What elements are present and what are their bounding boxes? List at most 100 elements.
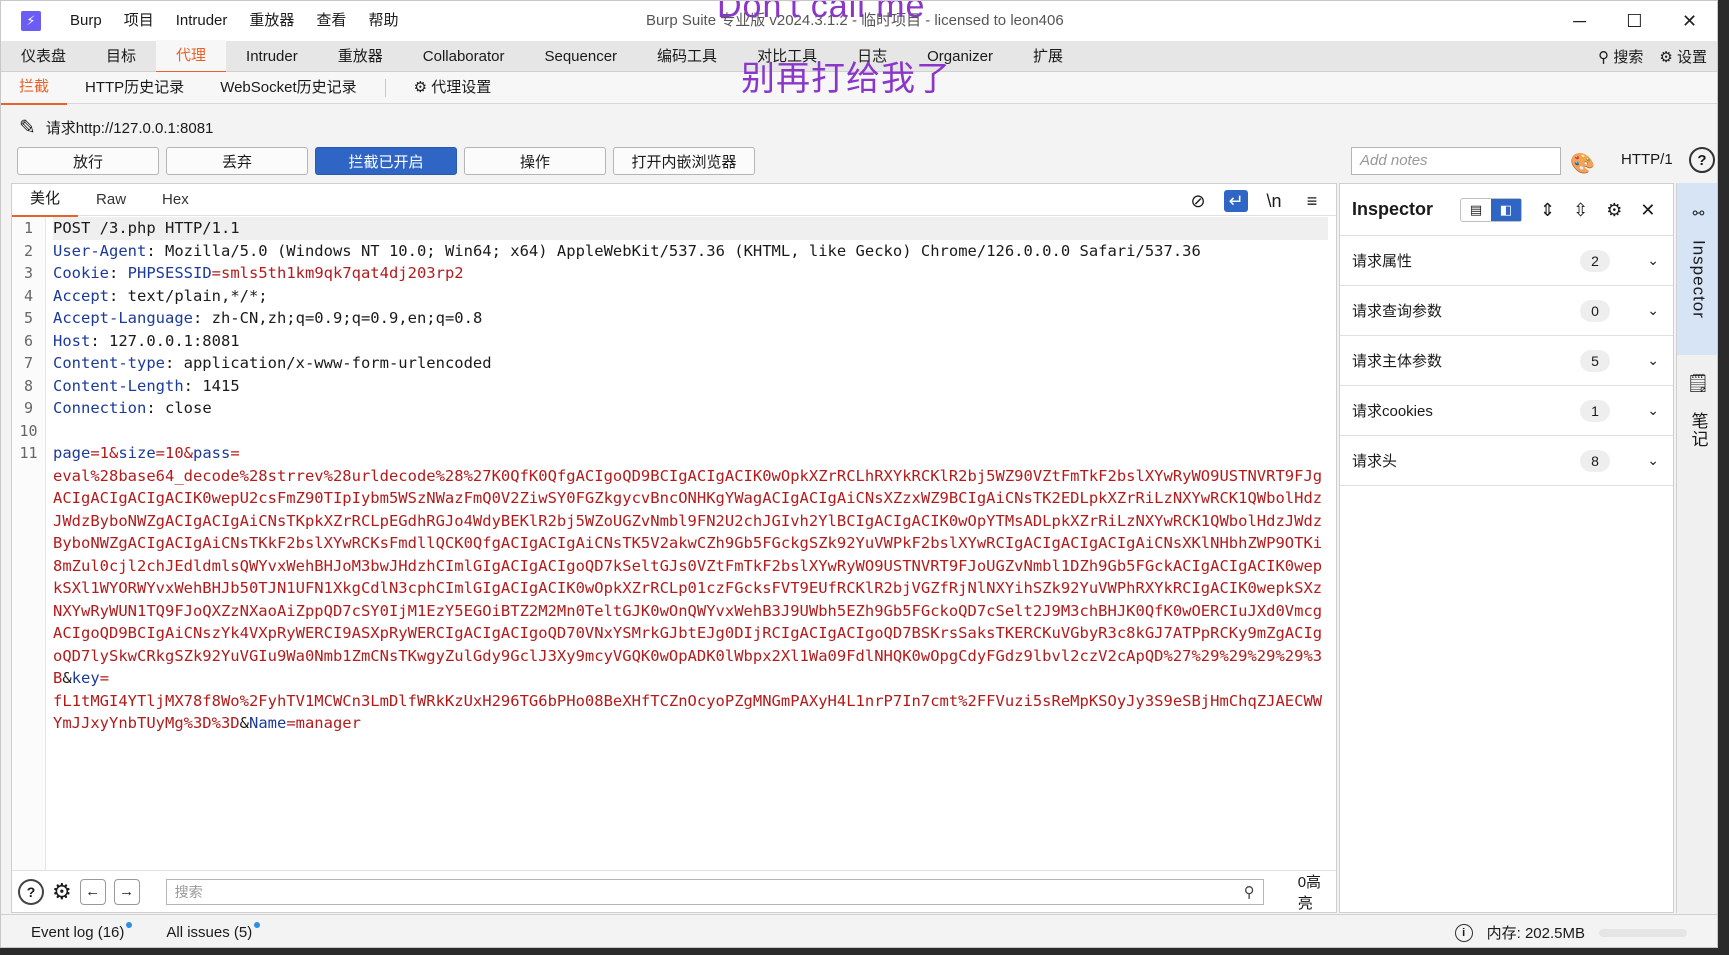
menu-burp[interactable]: Burp [59,1,113,41]
tab-intruder[interactable]: Intruder [226,41,318,72]
menu-view[interactable]: 查看 [305,1,357,41]
global-search-button[interactable]: ⚲ 搜索 [1598,46,1643,67]
info-icon[interactable]: i [1454,923,1473,942]
line-number: 6 [23,331,34,350]
newline-toggle-icon[interactable]: \n [1262,190,1286,212]
header-line: Connection: close [53,397,1328,420]
menu-project[interactable]: 项目 [113,1,165,41]
param-name: key [71,669,100,687]
tab-decoder[interactable]: 编码工具 [637,41,737,72]
layout-toggle[interactable]: ▤ ◧ [1460,198,1522,222]
header-value: : close [146,399,212,417]
chevron-down-icon[interactable]: ⌄ [1647,452,1659,469]
intercept-toggle-button[interactable]: 拦截已开启 [315,147,457,175]
chevron-down-icon[interactable]: ⌄ [1647,302,1659,319]
memory-label: 内存: 202.5MB [1486,925,1585,942]
gear-icon[interactable]: ⚙ [52,879,72,905]
rail-tab-inspector[interactable]: ⚯ Inspector [1677,183,1717,355]
inspector-row-body-params[interactable]: 请求主体参数 5 ⌄ [1340,336,1673,386]
tab-raw[interactable]: Raw [78,184,144,216]
header-line: Accept-Language: zh-CN,zh;q=0.9;q=0.9,en… [53,307,1328,330]
menu-intruder[interactable]: Intruder [165,1,239,41]
global-settings-button[interactable]: ⚙ 设置 [1659,46,1707,67]
inspector-row-cookies[interactable]: 请求cookies 1 ⌄ [1340,386,1673,436]
minimize-icon[interactable]: ─ [1552,1,1607,41]
tab-dashboard[interactable]: 仪表盘 [1,41,86,72]
action-button[interactable]: 操作 [464,147,606,175]
search-icon: ⚲ [1598,49,1610,66]
param-name: pass [192,444,231,462]
tab-extensions[interactable]: 扩展 [1013,41,1083,72]
help-icon[interactable]: ? [1689,147,1715,173]
tab-target[interactable]: 目标 [86,41,156,72]
notes-input[interactable]: Add notes [1351,147,1561,175]
tab-proxy-settings[interactable]: ⚙ 代理设置 [396,72,510,104]
close-icon[interactable]: ✕ [1662,1,1717,41]
arrow-right-icon[interactable]: → [113,878,140,905]
pencil-icon[interactable]: ✎ [19,115,36,140]
tab-repeater[interactable]: 重放器 [318,41,403,72]
editor-toolbar: ⊘ ↵ \n ≡ [1186,190,1324,212]
inspector-panel: Inspector ▤ ◧ ⇕ ⇳ ⚙ ✕ 请求属性 2 ⌄ 请求查询参数 0 … [1339,183,1674,913]
chevron-down-icon[interactable]: ⌄ [1647,402,1659,419]
request-code[interactable]: POST /3.php HTTP/1.1 User-Agent: Mozilla… [53,217,1328,735]
line-number: 7 [23,354,34,372]
header-key: Connection [53,399,147,417]
param-name: page [53,444,91,462]
inspector-row-query-params[interactable]: 请求查询参数 0 ⌄ [1340,286,1673,336]
editor-search-input[interactable]: 搜索 ⚲ [165,878,1264,905]
word-wrap-icon[interactable]: ↵ [1224,190,1248,212]
forward-button[interactable]: 放行 [17,147,159,175]
header-value: : zh-CN,zh;q=0.9;q=0.9,en;q=0.8 [192,309,483,327]
hide-nonprintable-icon[interactable]: ⊘ [1186,190,1210,212]
tab-websocket-history[interactable]: WebSocket历史记录 [202,72,374,104]
header-key: Content-type [53,354,165,372]
event-log-button[interactable]: Event log (16) [31,921,133,941]
layout-list-icon[interactable]: ▤ [1461,199,1491,221]
maximize-icon[interactable]: ☐ [1607,1,1662,41]
menu-icon[interactable]: ≡ [1300,190,1324,212]
tab-hex[interactable]: Hex [144,184,207,216]
burp-window: ⚡ Burp 项目 Intruder 重放器 查看 帮助 Burp Suite … [0,0,1718,948]
drop-button[interactable]: 丢弃 [166,147,308,175]
line-number: 8 [23,376,34,395]
collapse-all-icon[interactable]: ⇳ [1573,200,1588,221]
arrow-left-icon[interactable]: ← [79,878,106,905]
tab-collaborator[interactable]: Collaborator [403,41,525,72]
highlight-color-icon[interactable]: 🎨 [1570,151,1595,176]
menu-repeater[interactable]: 重放器 [238,1,305,41]
header-value: : Mozilla/5.0 (Windows NT 10.0; Win64; x… [146,241,1201,260]
tab-pretty[interactable]: 美化 [12,183,79,217]
header-key: Accept-Language [53,309,193,327]
param-value: =1& [90,444,119,462]
notification-dot [126,921,133,928]
inspector-row-label: 请求查询参数 [1352,303,1443,320]
all-issues-button[interactable]: All issues (5) [166,921,261,941]
http-version-label[interactable]: HTTP/1 [1621,151,1673,168]
help-icon[interactable]: ? [18,878,44,905]
tab-intercept[interactable]: 拦截 [1,71,68,105]
tab-sequencer[interactable]: Sequencer [524,41,637,72]
inspector-row-headers[interactable]: 请求头 8 ⌄ [1340,436,1673,486]
overlay-text-english: Don't call me [717,0,926,25]
header-key: Cookie [53,264,109,282]
search-icon: ⚲ [1243,883,1255,901]
tab-proxy[interactable]: 代理 [156,39,227,73]
expand-all-icon[interactable]: ⇕ [1540,200,1555,221]
param-name: Name [248,714,287,732]
inspector-row-request-attributes[interactable]: 请求属性 2 ⌄ [1340,236,1673,286]
tab-http-history[interactable]: HTTP历史记录 [67,72,202,104]
open-browser-button[interactable]: 打开内嵌浏览器 [613,147,755,175]
layout-panel-icon[interactable]: ◧ [1491,199,1521,221]
close-icon[interactable]: ✕ [1640,200,1655,221]
line-number: 4 [23,286,34,305]
param-value: = [230,444,240,462]
chevron-down-icon[interactable]: ⌄ [1647,352,1659,369]
rail-tab-notes[interactable]: 🗒 笔记 [1677,355,1717,448]
menu-help[interactable]: 帮助 [357,1,409,41]
header-value: : 127.0.0.1:8081 [90,331,240,350]
gear-icon[interactable]: ⚙ [1606,200,1622,221]
window-controls: ─ ☐ ✕ [1552,1,1717,41]
chevron-down-icon[interactable]: ⌄ [1647,252,1659,269]
editor-footer: ? ⚙ ← → 搜索 ⚲ 0高亮 [12,870,1336,912]
